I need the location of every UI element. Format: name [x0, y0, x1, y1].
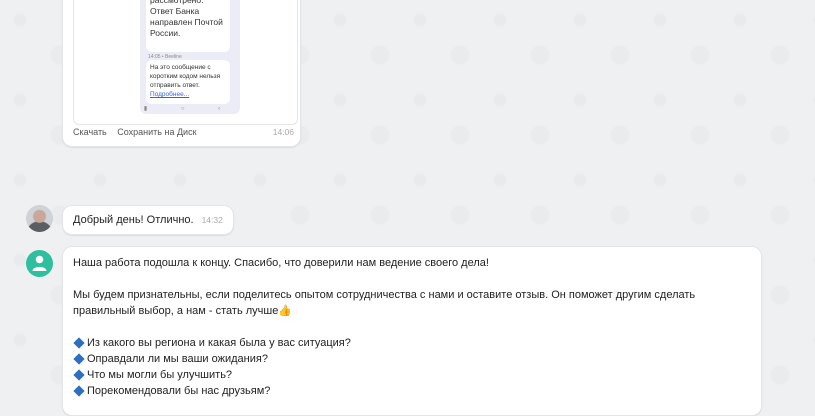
diamond-icon [73, 352, 85, 365]
sms-notice: На это сообщение с коротким кодом нельзя… [146, 60, 230, 104]
diamond-icon [73, 384, 85, 397]
attachment-message: рассмотрено. Ответ Банка направлен Почто… [62, 0, 301, 147]
attachment-actions: Скачать Сохранить на Диск [73, 127, 205, 137]
screenshot-preview[interactable]: рассмотрено. Ответ Банка направлен Почто… [73, 0, 298, 125]
message-paragraph: Мы будем признательны, если поделитесь о… [73, 289, 696, 317]
download-link[interactable]: Скачать [73, 127, 107, 137]
message-time: 14:32 [201, 215, 223, 225]
question-text: Что мы могли бы улучшить? [87, 369, 233, 381]
question-text: Оправдали ли мы ваши ожидания? [87, 353, 268, 365]
question-item: Что мы могли бы улучшить? [73, 367, 751, 383]
question-text: Из какого вы региона и какая была у вас … [87, 337, 351, 349]
message-paragraph: Наша работа подошла к концу. Спасибо, чт… [73, 257, 489, 269]
save-to-disk-link[interactable]: Сохранить на Диск [117, 127, 196, 137]
sms-more-link: Подробнее... [150, 91, 190, 98]
operator-message: Наша работа подошла к концу. Спасибо, чт… [62, 246, 762, 416]
user-icon [32, 255, 47, 271]
reply-message: Добрый день! Отлично. 14:32 [62, 205, 234, 235]
diamond-icon [73, 336, 85, 349]
phone-nav-bar: ▮ ○ ‹ [143, 106, 237, 112]
diamond-icon [73, 368, 85, 381]
question-item: Из какого вы региона и какая была у вас … [73, 335, 751, 351]
message-text: Добрый день! Отлично. [73, 214, 194, 226]
question-item: Порекомендовали бы нас друзьям? [73, 383, 751, 399]
question-item: Оправдали ли мы ваши ожидания? [73, 351, 751, 367]
message-time: 14:06 [272, 127, 294, 137]
operator-avatar[interactable] [26, 250, 53, 277]
phone-screenshot: рассмотрено. Ответ Банка направлен Почто… [140, 0, 240, 114]
sms-message: рассмотрено. Ответ Банка направлен Почто… [146, 0, 230, 52]
user-avatar[interactable] [26, 205, 53, 232]
sms-notice-text: На это сообщение с коротким кодом нельзя… [150, 64, 221, 89]
question-text: Порекомендовали бы нас друзьям? [87, 385, 271, 397]
